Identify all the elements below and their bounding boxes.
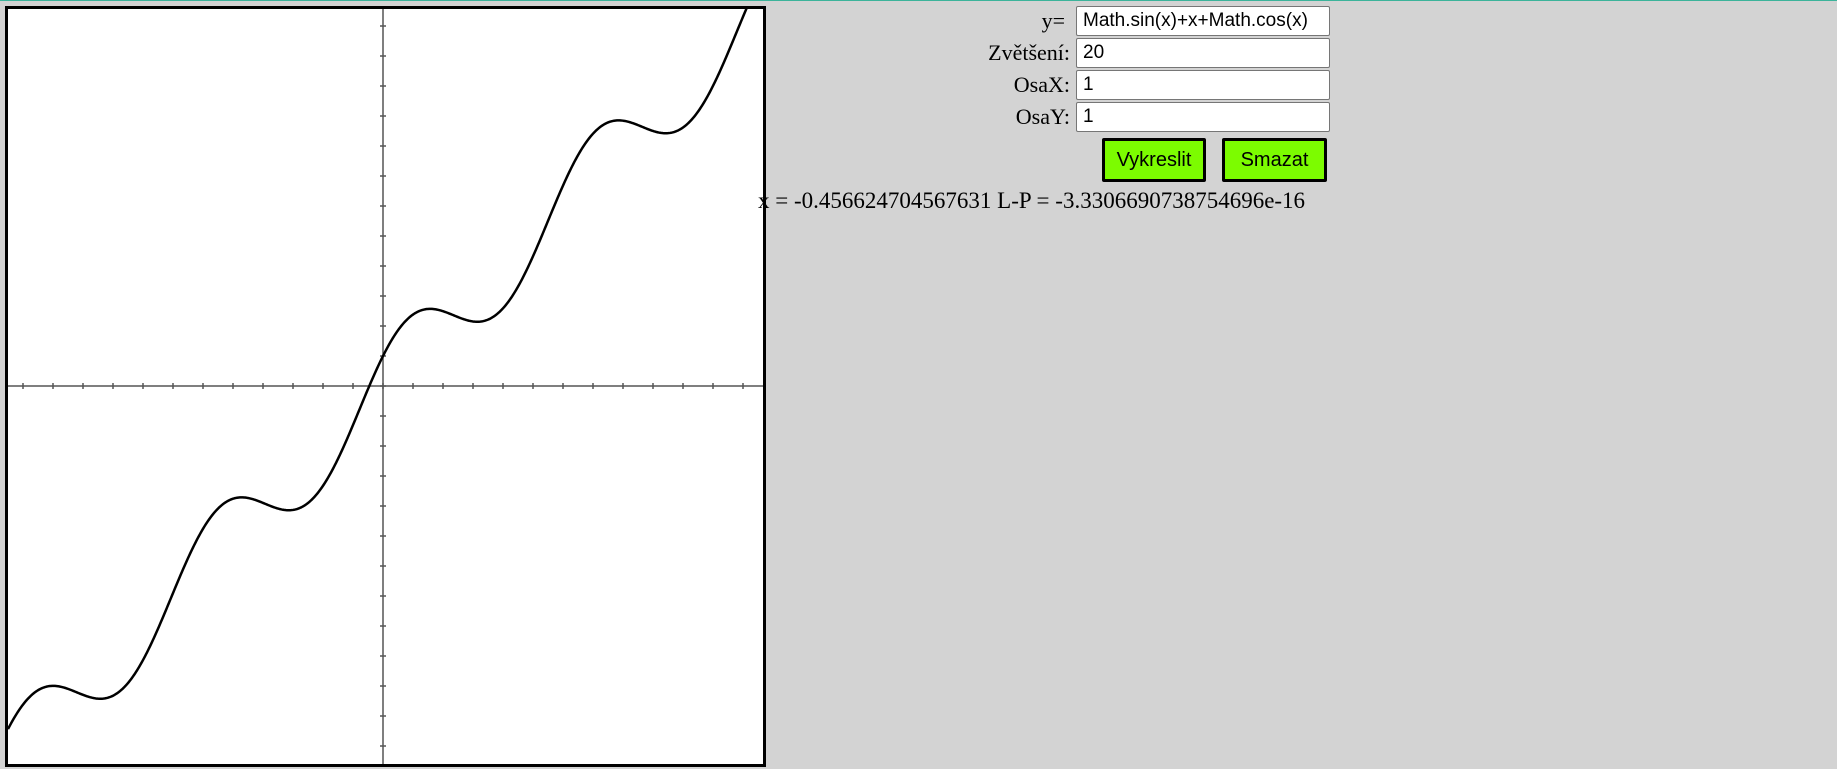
function-label: y= xyxy=(1041,8,1065,33)
function-input[interactable]: Math.sin(x)+x+Math.cos(x) xyxy=(1076,6,1330,36)
result-lp-label: L-P = xyxy=(997,188,1050,213)
axis-y-label: OsaY: xyxy=(1015,104,1070,129)
result-line: x = -0.456624704567631 L-P = -3.33066907… xyxy=(758,186,1305,216)
zoom-input[interactable]: 20 xyxy=(1076,38,1330,68)
window-top-border xyxy=(0,0,1837,1)
axis-y-input[interactable]: 1 xyxy=(1076,102,1330,132)
clear-button[interactable]: Smazat xyxy=(1222,138,1327,182)
result-x-label: x = xyxy=(758,188,789,213)
curve-layer xyxy=(8,9,748,730)
zoom-label: Zvětšení: xyxy=(988,40,1070,65)
axis-x-input[interactable]: 1 xyxy=(1076,70,1330,100)
function-plot xyxy=(8,9,763,764)
draw-button[interactable]: Vykreslit xyxy=(1102,138,1206,182)
axes xyxy=(8,9,763,764)
function-curve xyxy=(8,9,748,730)
graph-canvas[interactable] xyxy=(5,6,766,767)
result-lp-value: -3.3306690738754696e-16 xyxy=(1055,188,1306,213)
axis-x-label: OsaX: xyxy=(1013,72,1070,97)
result-x-value: -0.456624704567631 xyxy=(793,188,992,213)
